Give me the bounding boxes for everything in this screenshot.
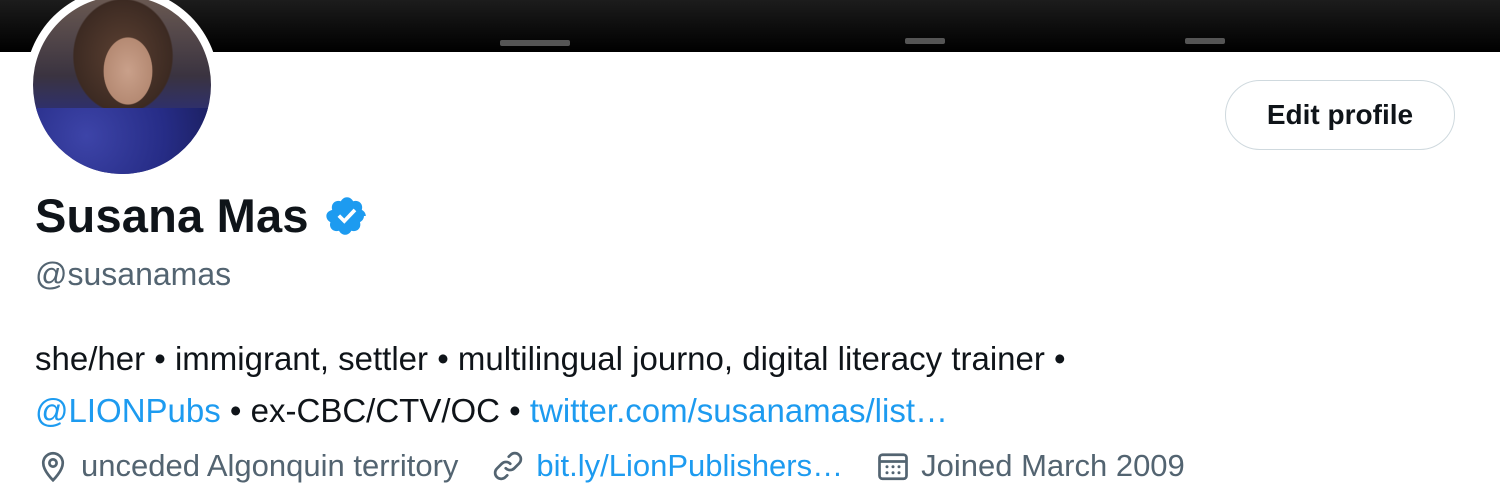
joined-text: Joined March 2009: [921, 448, 1185, 483]
website-item[interactable]: bit.ly/LionPublishers…: [490, 448, 843, 484]
banner-detail: [905, 38, 945, 44]
edit-profile-button[interactable]: Edit profile: [1225, 80, 1455, 150]
profile-banner[interactable]: [0, 0, 1500, 52]
display-name: Susana Mas: [35, 189, 309, 242]
avatar-image-detail: [33, 108, 211, 174]
bio-line-2: @LIONPubs • ex-CBC/CTV/OC • twitter.com/…: [35, 385, 1475, 437]
verified-badge-icon[interactable]: [325, 194, 369, 238]
website-link[interactable]: bit.ly/LionPublishers…: [536, 448, 843, 484]
bio-mention-link[interactable]: @LIONPubs: [35, 392, 221, 429]
location-item: unceded Algonquin territory: [35, 448, 458, 484]
joined-item: Joined March 2009: [875, 448, 1185, 484]
banner-detail: [500, 40, 570, 46]
user-handle: @susanamas: [35, 256, 232, 292]
profile-bio: she/her • immigrant, settler • multiling…: [35, 333, 1475, 437]
bio-text: • ex-CBC/CTV/OC •: [220, 392, 530, 429]
bio-line-1: she/her • immigrant, settler • multiling…: [35, 340, 1066, 377]
calendar-icon: [878, 453, 908, 481]
name-row: Susana Mas: [35, 188, 369, 243]
link-icon: [494, 451, 523, 481]
avatar-image: [33, 0, 211, 174]
bio-url-link[interactable]: twitter.com/susanamas/list…: [530, 392, 948, 429]
banner-detail: [1185, 38, 1225, 44]
location-pin-icon: [41, 451, 65, 483]
avatar[interactable]: [25, 0, 219, 182]
profile-meta: unceded Algonquin territory bit.ly/LionP…: [35, 448, 1185, 484]
location-text: unceded Algonquin territory: [81, 448, 459, 483]
